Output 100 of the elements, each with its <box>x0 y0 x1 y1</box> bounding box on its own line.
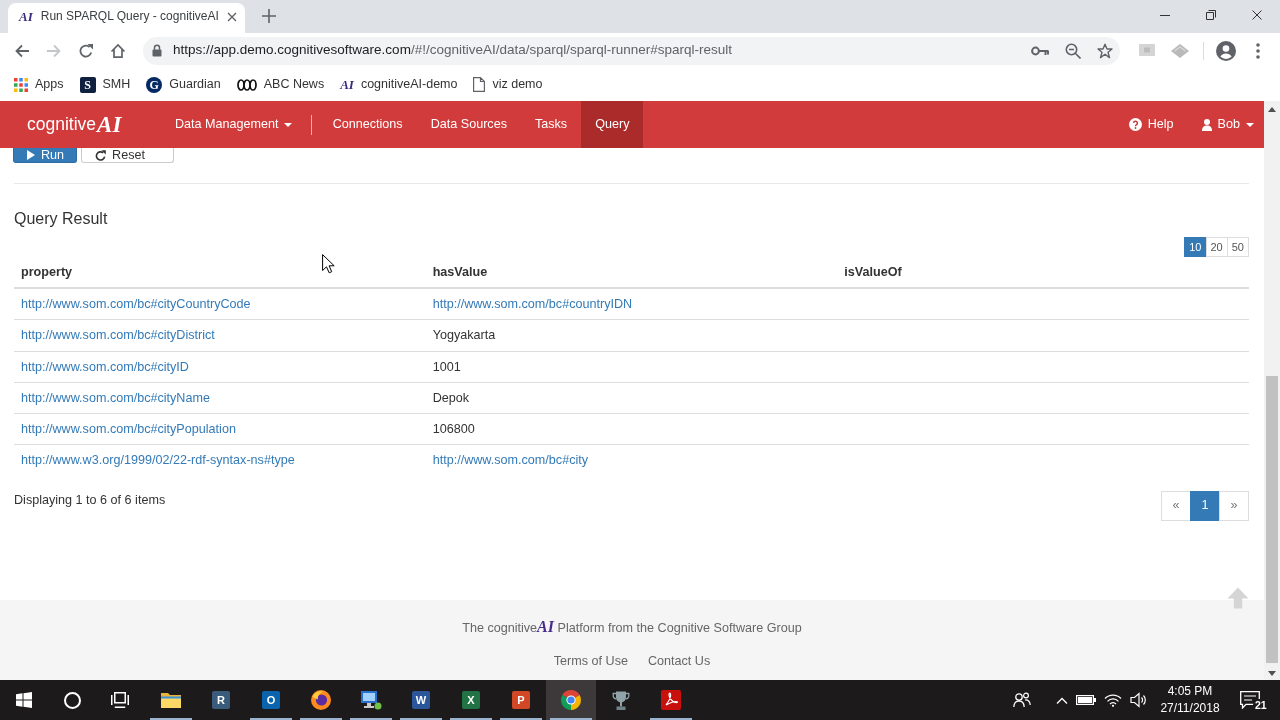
orb-icon <box>311 690 331 710</box>
reload-icon[interactable] <box>78 42 94 59</box>
previous-page-button[interactable]: « <box>1161 490 1191 521</box>
clock-date: 27/11/2018 <box>1160 700 1220 717</box>
ring-icon[interactable] <box>63 691 81 709</box>
start-icon[interactable] <box>16 692 32 708</box>
column-header: isValueOf <box>837 257 1249 288</box>
run-button[interactable]: Run <box>13 148 78 163</box>
cell-link[interactable]: http://www.som.com/bc#cityName <box>21 390 210 405</box>
summary-text: Displaying 1 to 6 of 6 items <box>14 491 166 509</box>
nav-link[interactable]: Bob <box>1187 101 1264 148</box>
app-tile: X <box>462 691 480 709</box>
cell-link[interactable]: http://www.som.com/bc#city <box>432 453 589 468</box>
notifications-button[interactable]: 21 <box>1228 680 1272 720</box>
page-size-button[interactable]: 10 <box>1184 237 1207 257</box>
back-icon[interactable] <box>14 42 30 59</box>
taskbar-button[interactable]: X <box>446 680 496 720</box>
nav-link[interactable]: Query <box>581 101 644 148</box>
app-tile: W <box>412 691 430 709</box>
column-header: hasValue <box>425 257 838 288</box>
star-icon[interactable] <box>1097 42 1113 59</box>
bookmark-logo: AI <box>340 77 354 92</box>
app-tile: O <box>262 691 280 709</box>
people-icon[interactable] <box>1013 692 1031 708</box>
table-cell: Depok <box>425 382 838 414</box>
cell-link[interactable]: http://www.som.com/bc#cityID <box>21 359 189 374</box>
cell-link[interactable]: http://www.w3.org/1999/02/22-rdf-syntax-ns#type <box>21 453 295 468</box>
taskbar-button[interactable] <box>546 680 596 720</box>
page-icon <box>473 77 486 92</box>
mouse-pointer-icon <box>322 254 335 274</box>
taskbar-button[interactable]: P <box>496 680 546 720</box>
home-icon[interactable] <box>110 42 126 59</box>
close-icon[interactable] <box>1252 10 1262 20</box>
help-icon <box>1128 118 1142 131</box>
swirl-tile-icon <box>661 690 681 710</box>
cell-link[interactable]: http://www.som.com/bc#cityCountryCode <box>21 297 251 311</box>
restore-icon[interactable] <box>1206 10 1216 20</box>
app-tile: R <box>212 691 230 709</box>
footer-text: The cognitiveAI Platform from the Cognitive Software Group <box>462 618 802 637</box>
bookmark-link[interactable]: ABC News <box>228 76 333 93</box>
key-icon[interactable] <box>1031 45 1049 56</box>
next-page-button[interactable]: » <box>1219 490 1249 521</box>
page-button[interactable]: 1 <box>1190 490 1220 521</box>
menu-icon[interactable] <box>1256 42 1260 59</box>
taskbar-button[interactable]: W <box>396 680 446 720</box>
panes-icon[interactable] <box>111 692 129 708</box>
bookmark-link[interactable]: G Guardian <box>138 76 229 93</box>
browser-tab[interactable]: AI Run SPARQL Query - cognitiveAI <box>8 3 245 33</box>
page-size-button[interactable]: 50 <box>1226 237 1249 257</box>
monitor-icon <box>360 690 382 710</box>
chevron-up-icon[interactable] <box>1056 696 1068 704</box>
bookmark-link[interactable]: viz demo <box>465 76 551 93</box>
url-text: https://app.demo.cognitivesoftware.com/#!/cognitiveAI/data/sparql/sparql-runner#sparql-result <box>173 41 734 60</box>
speaker-icon[interactable] <box>1130 692 1148 708</box>
table-cell: 1001 <box>425 351 838 383</box>
user-icon <box>1201 118 1212 131</box>
bookmark-logo: S <box>79 76 96 93</box>
cell-link[interactable]: http://www.som.com/bc#cityDistrict <box>21 328 215 343</box>
taskbar-button[interactable]: O <box>246 680 296 720</box>
refresh-icon <box>95 149 107 161</box>
bookmark-link[interactable]: Apps <box>6 76 72 93</box>
table-cell: Yogyakarta <box>425 319 838 352</box>
cell-link[interactable]: http://www.som.com/bc#cityPopulation <box>21 422 236 437</box>
close-icon[interactable] <box>227 11 237 22</box>
address-bar[interactable]: https://app.demo.cognitivesoftware.com/#!/cognitiveAI/data/sparql/sparql-runner#sparql-result <box>143 36 1120 65</box>
nav-link[interactable]: Tasks <box>520 101 582 148</box>
bookmark-logo: G <box>146 76 163 93</box>
nav-link[interactable]: Connections <box>318 101 417 148</box>
app-tile: P <box>512 691 530 709</box>
nav-link[interactable]: Data Sources <box>416 101 521 148</box>
loops-logo-icon <box>236 78 257 91</box>
brand-logo[interactable]: cognitiveAI <box>0 101 161 148</box>
pinwheel-icon <box>561 690 581 710</box>
nav-link[interactable]: Help <box>1114 101 1188 148</box>
section-title: Query Result <box>14 209 109 229</box>
lock-icon <box>152 44 162 57</box>
scroll-up-icon[interactable] <box>1268 107 1276 112</box>
reset-button[interactable]: Reset <box>81 148 174 163</box>
trophy-icon <box>612 690 630 710</box>
folder-icon <box>161 692 181 708</box>
table-cell: 106800 <box>425 413 838 445</box>
play-icon <box>27 150 35 160</box>
plus-icon[interactable] <box>262 9 276 23</box>
taskbar-button[interactable]: R <box>196 680 246 720</box>
zoom-out-icon[interactable] <box>1065 42 1081 59</box>
footer-link[interactable]: Contact Us <box>647 653 711 670</box>
account-icon[interactable] <box>1216 40 1236 61</box>
site-logo: AI <box>19 9 33 24</box>
wifi-icon[interactable] <box>1104 693 1122 707</box>
battery-icon[interactable] <box>1076 695 1096 705</box>
footer-link[interactable]: Terms of Use <box>553 653 628 670</box>
clock-time: 4:05 PM <box>1167 683 1213 700</box>
scrollbar-thumb[interactable] <box>1266 376 1278 663</box>
apps-grid-icon <box>14 77 28 92</box>
scroll-down-icon[interactable] <box>1268 671 1276 676</box>
notification-count: 21 <box>1253 699 1269 711</box>
bookmark-link[interactable]: S SMH <box>71 76 139 93</box>
bookmark-link[interactable]: AI cognitiveAI-demo <box>332 76 466 93</box>
page-size-button[interactable]: 20 <box>1205 237 1228 257</box>
cell-link[interactable]: http://www.som.com/bc#countryIDN <box>432 297 633 311</box>
